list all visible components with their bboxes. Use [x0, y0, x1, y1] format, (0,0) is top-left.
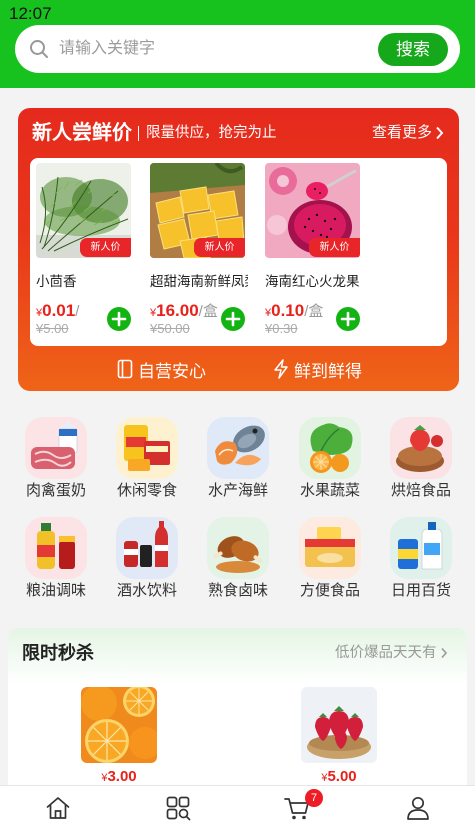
price-value: 5.00 [327, 768, 357, 785]
promo-title: 新人尝鲜价 [32, 122, 132, 144]
product-name: 海南红心火龙果 [265, 274, 360, 289]
category-meat-and-milk[interactable]: 肉禽蛋奶 [16, 417, 96, 501]
snacks-icon [116, 417, 178, 479]
tab-home[interactable] [28, 786, 88, 828]
oranges-image[interactable] [81, 687, 157, 763]
bottom-tab-bar: 7 [0, 785, 475, 828]
price-value: 3.00 [107, 768, 137, 785]
tab-cart[interactable]: 7 [267, 786, 327, 828]
promise-fresh-delivery: 鲜到鲜得 [273, 357, 362, 381]
daily-goods-icon [390, 517, 452, 579]
product-card[interactable]: 新人价 海南红心火龙果 ¥0.10/盒 ¥0.30 [265, 158, 365, 346]
price-unit: /盒 [198, 303, 218, 320]
price-value: 0.01 [42, 301, 76, 320]
newcomer-price-badge: 新人价 [309, 238, 360, 257]
category-label: 酒水饮料 [116, 582, 177, 599]
search-input[interactable] [59, 34, 359, 64]
chevron-right-icon [436, 126, 444, 140]
fruit-and-vegetables-icon [299, 417, 361, 479]
flash-sale-section: 限时秒杀 低价爆品天天有 ¥3.00 ¥5.00 [8, 628, 467, 785]
category-label: 方便食品 [299, 582, 360, 599]
category-daily-goods[interactable]: 日用百货 [381, 517, 461, 601]
category-label: 水产海鲜 [207, 482, 268, 499]
cart-count-badge: 7 [305, 789, 323, 807]
promo-product-list: 新人价 小茴香 ¥0.01/ ¥5.00 新人价 超甜海南新鲜凤梨 ¥16.00… [30, 158, 447, 346]
flash-sale-title: 限时秒杀 [22, 643, 94, 663]
status-time: 12:07 [9, 4, 52, 23]
product-name: 超甜海南新鲜凤梨 [150, 274, 248, 289]
product-price: ¥0.10/盒 [265, 301, 323, 321]
category-label: 熟食卤味 [207, 582, 268, 599]
oil-and-seasoning-icon [25, 517, 87, 579]
search-bar[interactable]: 搜索 [15, 25, 460, 73]
plus-icon [111, 311, 127, 327]
category-instant-food[interactable]: 方便食品 [290, 517, 370, 601]
book-icon [117, 359, 133, 379]
newcomer-price-badge: 新人价 [194, 238, 245, 257]
plus-icon [225, 311, 241, 327]
category-label: 日用百货 [390, 582, 451, 599]
price-unit: /盒 [304, 303, 324, 320]
category-snacks[interactable]: 休闲零食 [107, 417, 187, 501]
original-price: ¥0.30 [265, 321, 298, 336]
category-bakery[interactable]: 烘焙食品 [381, 417, 461, 501]
bakery-icon [390, 417, 452, 479]
promo-subtitle: 限量供应，抢完为止 [146, 125, 277, 141]
dragon-fruit-image: 新人价 [265, 163, 360, 258]
meat-and-milk-icon [25, 417, 87, 479]
promise-label: 自营安心 [138, 361, 206, 381]
search-icon [30, 40, 48, 58]
promo-divider [138, 126, 139, 141]
tab-user[interactable] [388, 786, 448, 828]
user-icon [407, 796, 429, 820]
category-label: 水果蔬菜 [299, 482, 360, 499]
flash-sale-more-link[interactable]: 低价爆品天天有 [335, 644, 448, 662]
promo-more-label: 查看更多 [372, 124, 433, 141]
pineapple-image: 新人价 [150, 163, 245, 258]
plus-icon [340, 311, 356, 327]
product-price: ¥16.00/盒 [150, 301, 218, 321]
add-to-cart-button[interactable] [221, 307, 245, 331]
newcomer-price-badge: 新人价 [80, 238, 131, 257]
search-button[interactable]: 搜索 [378, 33, 448, 66]
price-value: 0.10 [271, 301, 305, 320]
promise-self-operated: 自营安心 [117, 357, 206, 381]
flash-sale-more-label: 低价爆品天天有 [335, 645, 437, 661]
instant-food-icon [299, 517, 361, 579]
chevron-right-icon [440, 647, 447, 659]
strawberries-image[interactable] [301, 687, 377, 763]
dill-image: 新人价 [36, 163, 131, 258]
header-bar: 12:07 搜索 [0, 0, 475, 88]
product-price: ¥0.01/ [36, 301, 79, 321]
price-value: 16.00 [156, 301, 199, 320]
product-name: 小茴香 [36, 274, 77, 289]
drinks-icon [116, 517, 178, 579]
category-seafood[interactable]: 水产海鲜 [198, 417, 278, 501]
category-label: 肉禽蛋奶 [25, 482, 86, 499]
original-price: ¥5.00 [36, 321, 69, 336]
newcomer-promo-card: 新人尝鲜价 限量供应，抢完为止 查看更多 新人价 小茴香 ¥0.01/ ¥5.0… [18, 108, 459, 391]
tab-category[interactable] [148, 786, 208, 828]
deli-icon [207, 517, 269, 579]
category-drinks[interactable]: 酒水饮料 [107, 517, 187, 601]
category-icon [166, 796, 191, 821]
seafood-icon [207, 417, 269, 479]
product-card[interactable]: 新人价 小茴香 ¥0.01/ ¥5.00 [36, 158, 136, 346]
product-card[interactable]: 新人价 超甜海南新鲜凤梨 ¥16.00/盒 ¥50.00 [150, 158, 250, 346]
home-icon [46, 797, 70, 819]
add-to-cart-button[interactable] [336, 307, 360, 331]
promise-label: 鲜到鲜得 [294, 361, 362, 381]
category-fruit-and-vegetables[interactable]: 水果蔬菜 [290, 417, 370, 501]
original-price: ¥50.00 [150, 321, 190, 336]
price-unit: / [75, 303, 80, 320]
lightning-icon [274, 359, 288, 379]
category-deli[interactable]: 熟食卤味 [198, 517, 278, 601]
category-label: 粮油调味 [25, 582, 86, 599]
promo-more-link[interactable]: 查看更多 [372, 124, 444, 142]
add-to-cart-button[interactable] [107, 307, 131, 331]
category-label: 烘焙食品 [390, 482, 451, 499]
category-label: 休闲零食 [116, 482, 177, 499]
category-oil-and-seasoning[interactable]: 粮油调味 [16, 517, 96, 601]
